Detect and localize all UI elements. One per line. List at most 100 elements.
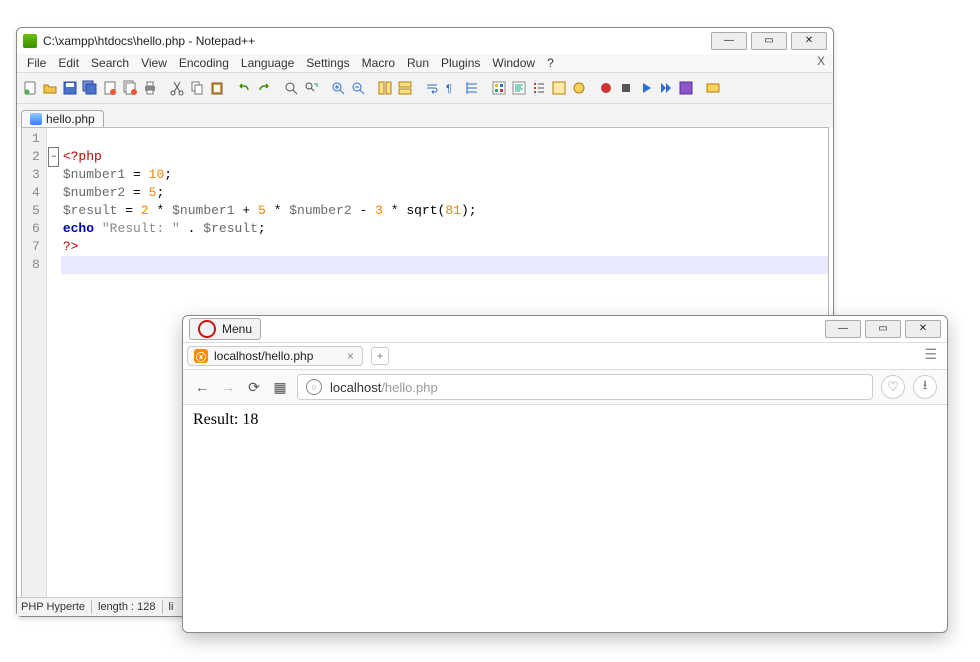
menu-file[interactable]: File <box>27 56 46 70</box>
menu-help[interactable]: ? <box>547 56 554 70</box>
copy-icon[interactable] <box>188 79 206 97</box>
tab-menu-icon[interactable]: ☰ <box>924 346 937 363</box>
menu-plugins[interactable]: Plugins <box>441 56 480 70</box>
code-line[interactable]: $number1 = 10; <box>61 166 828 184</box>
file-tab-hello-php[interactable]: hello.php <box>21 110 104 127</box>
find-icon[interactable] <box>282 79 300 97</box>
url-field[interactable]: ○ localhost/hello.php <box>297 374 873 400</box>
opera-menu-button[interactable]: Menu <box>189 318 261 340</box>
play-multi-icon[interactable] <box>657 79 675 97</box>
stop-macro-icon[interactable] <box>617 79 635 97</box>
doc-list-icon[interactable] <box>530 79 548 97</box>
fold-gutter: − <box>47 128 61 608</box>
open-file-icon[interactable] <box>41 79 59 97</box>
doc-map-icon[interactable] <box>510 79 528 97</box>
menu-encoding[interactable]: Encoding <box>179 56 229 70</box>
close-button[interactable]: ✕ <box>791 32 827 50</box>
code-line[interactable]: $result = 2 * $number1 + 5 * $number2 - … <box>61 202 828 220</box>
code-line[interactable]: echo "Result: " . $result; <box>61 220 828 238</box>
file-tab-label: hello.php <box>46 112 95 126</box>
play-macro-icon[interactable] <box>637 79 655 97</box>
menu-window[interactable]: Window <box>492 56 535 70</box>
redo-icon[interactable] <box>255 79 273 97</box>
browser-tab-localhost[interactable]: ⓧ localhost/hello.php × <box>187 346 363 366</box>
menu-edit[interactable]: Edit <box>58 56 79 70</box>
paste-icon[interactable] <box>208 79 226 97</box>
code-line[interactable]: <?php <box>61 148 828 166</box>
browser-tab-title: localhost/hello.php <box>214 349 313 363</box>
menu-run[interactable]: Run <box>407 56 429 70</box>
fold-toggle-icon[interactable]: − <box>48 147 59 167</box>
cut-icon[interactable] <box>168 79 186 97</box>
zoom-in-icon[interactable] <box>329 79 347 97</box>
menu-language[interactable]: Language <box>241 56 294 70</box>
menu-macro[interactable]: Macro <box>362 56 395 70</box>
menu-search[interactable]: Search <box>91 56 129 70</box>
npp-title-text: C:\xampp\htdocs\hello.php - Notepad++ <box>43 34 711 48</box>
npp-title-bar[interactable]: C:\xampp\htdocs\hello.php - Notepad++ — … <box>17 28 833 54</box>
folder-as-ws-icon[interactable] <box>570 79 588 97</box>
new-tab-button[interactable]: + <box>371 347 389 365</box>
menu-settings[interactable]: Settings <box>306 56 349 70</box>
code-line[interactable]: ?> <box>61 238 828 256</box>
url-text: localhost/hello.php <box>330 380 438 395</box>
indent-guide-icon[interactable] <box>463 79 481 97</box>
sync-h-icon[interactable] <box>396 79 414 97</box>
sync-v-icon[interactable] <box>376 79 394 97</box>
zoom-out-icon[interactable] <box>349 79 367 97</box>
opera-title-bar[interactable]: Menu — ▭ ✕ <box>183 316 947 342</box>
status-rest: li <box>169 601 174 613</box>
result-text: Result: 18 <box>193 411 258 428</box>
status-language: PHP Hyperte <box>21 601 85 613</box>
forward-button[interactable]: → <box>219 378 237 396</box>
undo-icon[interactable] <box>235 79 253 97</box>
maximize-button[interactable]: ▭ <box>865 320 901 338</box>
notepadpp-app-icon <box>23 34 37 48</box>
downloads-button[interactable]: ⭳ <box>913 375 937 399</box>
npp-toolbar: ¶ <box>17 72 833 104</box>
npp-tab-strip: hello.php <box>17 104 833 127</box>
show-all-chars-icon[interactable]: ¶ <box>443 79 461 97</box>
save-macro-icon[interactable] <box>677 79 695 97</box>
npp-window-buttons: — ▭ ✕ <box>711 32 827 50</box>
record-macro-icon[interactable] <box>597 79 615 97</box>
speed-dial-button[interactable]: ▦ <box>271 378 289 396</box>
back-button[interactable]: ← <box>193 378 211 396</box>
opera-tab-strip: ⓧ localhost/hello.php × + ☰ <box>183 342 947 369</box>
opera-window-buttons: — ▭ ✕ <box>825 320 941 338</box>
function-list-icon[interactable] <box>550 79 568 97</box>
tab-close-icon[interactable]: × <box>347 349 354 363</box>
new-file-icon[interactable] <box>21 79 39 97</box>
opera-menu-label: Menu <box>222 322 252 336</box>
line-number-gutter: 12345678 <box>22 128 47 608</box>
toolbar-extra-icon[interactable] <box>704 79 722 97</box>
wordwrap-icon[interactable] <box>423 79 441 97</box>
code-line[interactable] <box>61 130 828 148</box>
code-line[interactable] <box>61 256 828 274</box>
code-line[interactable]: $number2 = 5; <box>61 184 828 202</box>
bookmark-heart-button[interactable]: ♡ <box>881 375 905 399</box>
maximize-button[interactable]: ▭ <box>751 32 787 50</box>
menu-close-doc-icon[interactable]: X <box>817 54 825 68</box>
npp-menu-bar: File Edit Search View Encoding Language … <box>17 54 833 72</box>
menu-view[interactable]: View <box>141 56 167 70</box>
close-all-icon[interactable] <box>121 79 139 97</box>
save-icon[interactable] <box>61 79 79 97</box>
close-button[interactable]: ✕ <box>905 320 941 338</box>
udl-icon[interactable] <box>490 79 508 97</box>
replace-icon[interactable] <box>302 79 320 97</box>
opera-window: Menu — ▭ ✕ ⓧ localhost/hello.php × + ☰ ←… <box>182 315 948 633</box>
xampp-favicon-icon: ⓧ <box>194 349 208 363</box>
minimize-button[interactable]: — <box>825 320 861 338</box>
svg-text:¶: ¶ <box>446 83 452 95</box>
reload-button[interactable]: ⟳ <box>245 378 263 396</box>
file-icon <box>30 113 42 125</box>
opera-address-bar: ← → ⟳ ▦ ○ localhost/hello.php ♡ ⭳ <box>183 369 947 405</box>
status-length: length : 128 <box>98 601 156 613</box>
close-file-icon[interactable] <box>101 79 119 97</box>
minimize-button[interactable]: — <box>711 32 747 50</box>
print-icon[interactable] <box>141 79 159 97</box>
page-content: Result: 18 <box>183 405 947 435</box>
site-info-icon[interactable]: ○ <box>306 379 322 395</box>
save-all-icon[interactable] <box>81 79 99 97</box>
